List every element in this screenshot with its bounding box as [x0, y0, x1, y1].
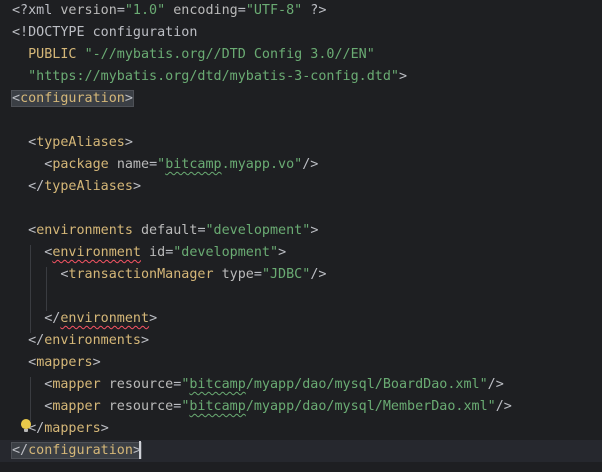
tag-transactionmanager: transactionManager — [68, 267, 214, 282]
code-line-12[interactable]: <environment id="development"> — [0, 242, 602, 264]
code-line-14[interactable] — [0, 286, 602, 308]
equals: = — [149, 157, 158, 172]
tag-configuration: configuration — [20, 91, 125, 106]
tag-lt: < — [28, 223, 37, 238]
attr-type: type — [221, 267, 254, 282]
tag-gt: > — [278, 245, 287, 260]
code-line-15[interactable]: </environment> — [0, 308, 602, 330]
public-keyword: PUBLIC — [12, 47, 85, 62]
value-resource-memberdao: /myapp/dao/mysql/MemberDao.xml" — [245, 399, 496, 414]
tag-mappers-close: mappers — [44, 421, 101, 436]
tag-environment: environment — [52, 245, 141, 260]
tag-close: > — [398, 69, 408, 84]
quote: " — [157, 157, 166, 172]
value-development: "development" — [173, 245, 279, 260]
tag-lt-slash: </ — [12, 443, 29, 458]
value-jdbc: "JDBC" — [261, 267, 311, 282]
attr-version: version — [60, 3, 117, 18]
tag-gt: > — [149, 311, 158, 326]
code-line-18[interactable]: <mapper resource="bitcamp/myapp/dao/mysq… — [0, 374, 602, 396]
value-version: "1.0" — [124, 3, 166, 18]
tag-gt: > — [100, 421, 109, 436]
public-identifier: "-//mybatis.org//DTD Config 3.0//EN" — [84, 47, 375, 62]
value-encoding: "UTF-8" — [245, 3, 303, 18]
tag-gt: > — [92, 355, 101, 370]
code-line-11[interactable]: <environments default="development"> — [0, 220, 602, 242]
value-package-bitcamp: bitcamp — [165, 157, 222, 172]
value-resource-bitcamp: bitcamp — [189, 399, 246, 414]
tag-environments-close: environments — [44, 333, 141, 348]
attr-default: default — [141, 223, 198, 238]
equals: = — [197, 223, 206, 238]
doctype-name: configuration — [84, 25, 198, 40]
code-line-4[interactable]: "https://mybatis.org/dtd/mybatis-3-confi… — [0, 66, 602, 88]
tag-gt: > — [132, 179, 141, 194]
equals: = — [116, 3, 125, 18]
tag-mapper: mapper — [52, 399, 101, 414]
tag-self-close: /> — [302, 157, 319, 172]
tag-typealiases-close: typeAliases — [44, 179, 133, 194]
value-development: "development" — [205, 223, 311, 238]
text-caret — [139, 441, 141, 459]
tag-package: package — [52, 157, 109, 172]
code-line-19[interactable]: <mapper resource="bitcamp/myapp/dao/mysq… — [0, 396, 602, 418]
attr-resource: resource — [108, 399, 174, 414]
code-line-20[interactable]: </mappers> — [0, 418, 602, 440]
equals: = — [253, 267, 262, 282]
code-line-21[interactable]: </configuration> — [0, 440, 602, 462]
lightbulb-icon[interactable] — [21, 419, 31, 432]
code-line-8[interactable]: <package name="bitcamp.myapp.vo"/> — [0, 154, 602, 176]
value-resource-bitcamp: bitcamp — [189, 377, 246, 392]
tag-gt: > — [141, 333, 150, 348]
tag-mappers: mappers — [36, 355, 93, 370]
tag-typealiases: typeAliases — [36, 135, 125, 150]
code-line-13[interactable]: <transactionManager type="JDBC"/> — [0, 264, 602, 286]
tag-lt-slash: </ — [28, 179, 45, 194]
system-identifier: "https://mybatis.org/dtd/mybatis-3-confi… — [12, 69, 399, 84]
tag-lt-slash: </ — [28, 333, 45, 348]
matched-tag-configuration-close: </configuration> — [11, 442, 142, 459]
xml-declaration-close: ?> — [302, 3, 327, 18]
tag-lt: < — [12, 91, 21, 106]
tag-lt: < — [28, 135, 37, 150]
tag-environment-close: environment — [60, 311, 150, 326]
doctype-open: <!DOCTYPE — [12, 25, 85, 40]
code-line-16[interactable]: </environments> — [0, 330, 602, 352]
code-editor[interactable]: <?xml version="1.0" encoding="UTF-8" ?> … — [0, 0, 602, 472]
tag-self-close: /> — [495, 399, 512, 414]
code-line-9[interactable]: </typeAliases> — [0, 176, 602, 198]
matched-tag-configuration-open: <configuration> — [11, 90, 134, 107]
tag-gt: > — [124, 91, 133, 106]
tag-environments: environments — [36, 223, 133, 238]
tag-mapper: mapper — [52, 377, 101, 392]
code-line-7[interactable]: <typeAliases> — [0, 132, 602, 154]
attr-id: id — [149, 245, 166, 260]
code-line-1[interactable]: <?xml version="1.0" encoding="UTF-8" ?> — [0, 0, 602, 22]
code-line-3[interactable]: PUBLIC "-//mybatis.org//DTD Config 3.0//… — [0, 44, 602, 66]
attr-name: name — [116, 157, 150, 172]
value-package-rest: .myapp.vo" — [221, 157, 303, 172]
attr-encoding: encoding — [173, 3, 238, 18]
value-resource-boarddao: /myapp/dao/mysql/BoardDao.xml" — [245, 377, 488, 392]
code-line-10[interactable] — [0, 198, 602, 220]
tag-self-close: /> — [487, 377, 504, 392]
tag-self-close: /> — [310, 267, 327, 282]
code-line-17[interactable]: <mappers> — [0, 352, 602, 374]
attr-resource: resource — [108, 377, 174, 392]
tag-lt: < — [28, 355, 37, 370]
code-line-2[interactable]: <!DOCTYPE configuration — [0, 22, 602, 44]
equals: = — [237, 3, 246, 18]
xml-declaration-open: <?xml — [12, 3, 61, 18]
tag-configuration-close: configuration — [28, 443, 133, 458]
tag-gt: > — [124, 135, 133, 150]
tag-lt-slash: </ — [44, 311, 61, 326]
tag-gt: > — [310, 223, 319, 238]
code-line-5[interactable]: <configuration> — [0, 88, 602, 110]
code-line-6[interactable] — [0, 110, 602, 132]
